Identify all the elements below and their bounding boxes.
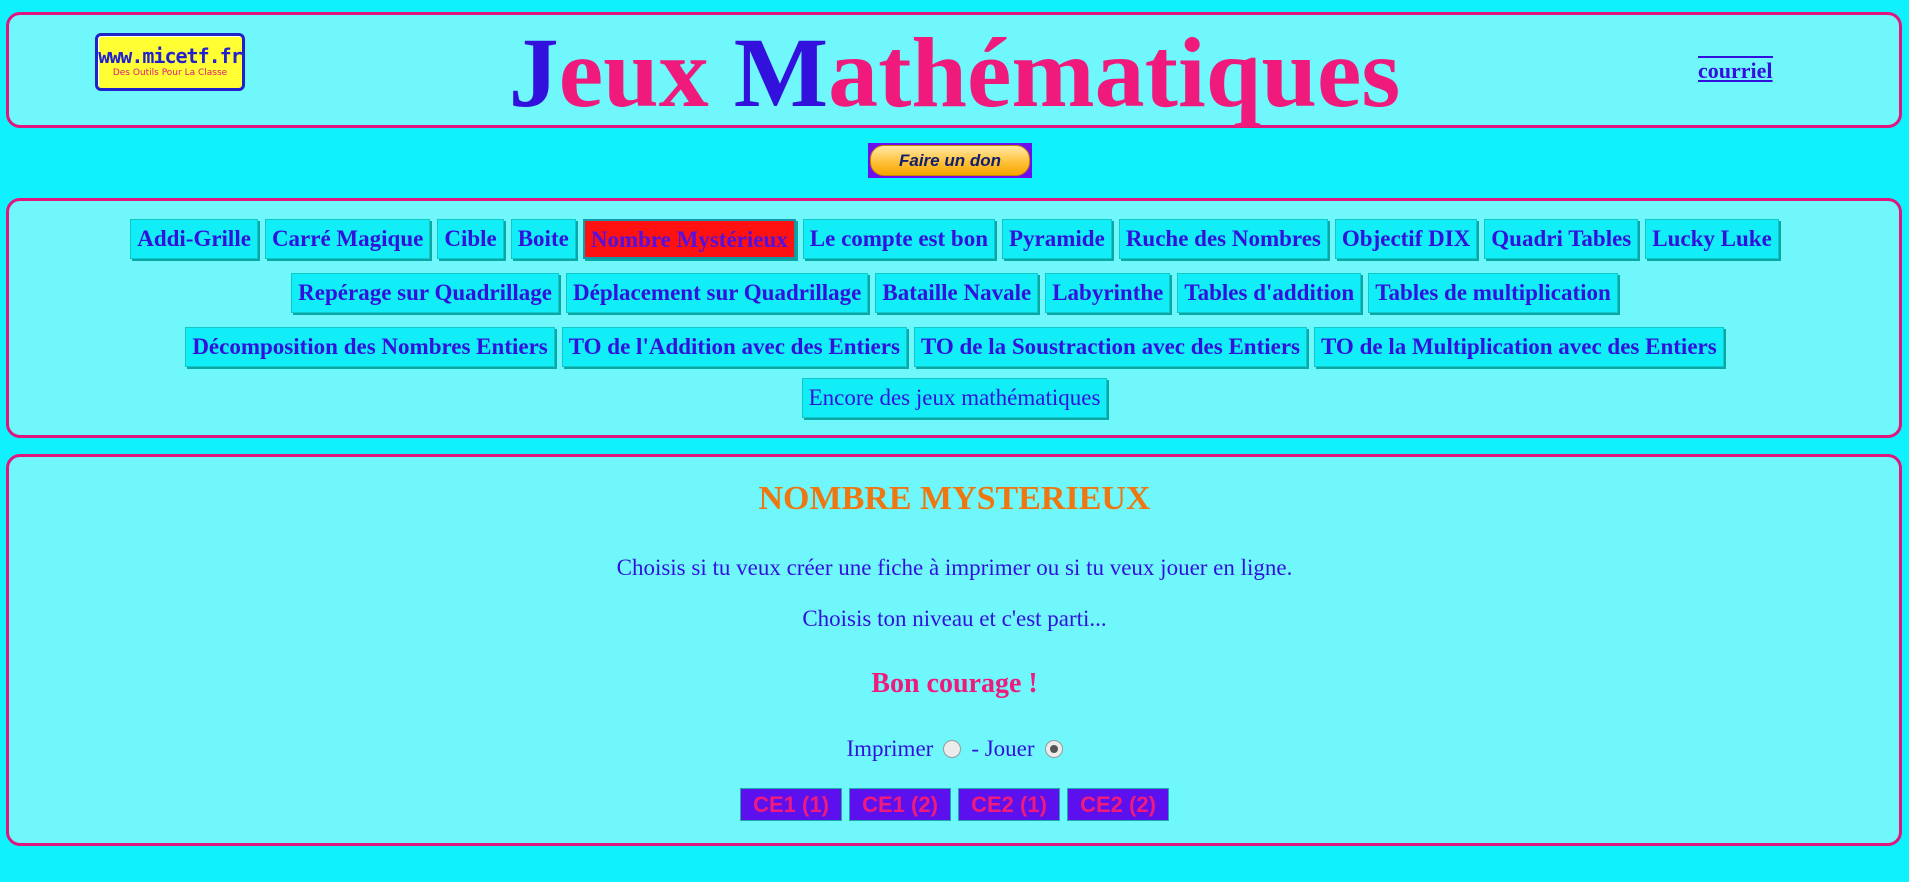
nav-item-encore-des-jeux-mathematiques[interactable]: Encore des jeux mathématiques (801, 378, 1108, 418)
nav-item-addi-grille[interactable]: Addi-Grille (130, 219, 258, 259)
nav-item-pyramide[interactable]: Pyramide (1002, 219, 1112, 259)
level-button-ce1-1[interactable]: CE1 (1) (740, 788, 842, 821)
level-buttons: CE1 (1) CE1 (2) CE2 (1) CE2 (2) (0, 788, 1909, 821)
jouer-label: - Jouer (971, 736, 1035, 761)
title-letter-j: J (508, 17, 559, 128)
nav-item-to-de-la-soustraction-avec-des-entiers[interactable]: TO de la Soustraction avec des Entiers (913, 327, 1307, 367)
nav-item-tables-d-addition[interactable]: Tables d'addition (1177, 273, 1362, 313)
nav-item-le-compte-est-bon[interactable]: Le compte est bon (802, 219, 995, 259)
nav-item-quadri-tables[interactable]: Quadri Tables (1484, 219, 1639, 259)
title-word-rest-1: eux (558, 17, 734, 128)
jouer-radio[interactable] (1044, 740, 1063, 758)
nav-item-reperage-sur-quadrillage[interactable]: Repérage sur Quadrillage (291, 273, 560, 313)
nav-item-bataille-navale[interactable]: Bataille Navale (875, 273, 1039, 313)
donate-label: Faire un don (870, 145, 1030, 176)
imprimer-radio[interactable] (943, 740, 962, 758)
nav-item-labyrinthe[interactable]: Labyrinthe (1045, 273, 1171, 313)
nav-row-2: Repérage sur Quadrillage Déplacement sur … (0, 273, 1909, 313)
nav-item-nombre-mysterieux[interactable]: Nombre Mystérieux (582, 219, 796, 259)
nav-item-lucky-luke[interactable]: Lucky Luke (1645, 219, 1779, 259)
nav-item-ruche-des-nombres[interactable]: Ruche des Nombres (1118, 219, 1328, 259)
title-letter-m: M (733, 17, 829, 128)
game-title: NOMBRE MYSTERIEUX (758, 480, 1151, 517)
nav-row-3: Décomposition des Nombres Entiers TO de l… (0, 327, 1909, 367)
level-button-ce2-1[interactable]: CE2 (1) (958, 788, 1060, 821)
imprimer-label: Imprimer (846, 736, 934, 761)
nav-item-cible[interactable]: Cible (437, 219, 504, 259)
nav-item-to-de-l-addition-avec-des-entiers[interactable]: TO de l'Addition avec des Entiers (561, 327, 907, 367)
level-button-ce2-2[interactable]: CE2 (2) (1067, 788, 1169, 821)
nav-item-carre-magique[interactable]: Carré Magique (264, 219, 431, 259)
nav-item-deplacement-sur-quadrillage[interactable]: Déplacement sur Quadrillage (566, 273, 869, 313)
level-button-ce1-2[interactable]: CE1 (2) (849, 788, 951, 821)
nav-item-to-de-la-multiplication-avec-des-entiers[interactable]: TO de la Multiplication avec des Entiers (1314, 327, 1724, 367)
nav-row-1: Addi-Grille Carré Magique Cible Boite Nombre… (0, 219, 1909, 259)
mode-selector: Imprimer - Jouer (0, 736, 1909, 762)
encouragement-text: Bon courage ! (871, 668, 1038, 699)
instruction-mode: Choisis si tu veux créer une fiche à imp… (616, 555, 1293, 580)
donate-button[interactable]: Faire un don (868, 143, 1032, 178)
nav-item-tables-de-multiplication[interactable]: Tables de multiplication (1368, 273, 1618, 313)
page-title: Jeux Mathématiques (0, 18, 1909, 128)
instruction-level: Choisis ton niveau et c'est parti... (802, 606, 1107, 631)
nav-row-4: Encore des jeux mathématiques (0, 378, 1909, 418)
nav-item-boite[interactable]: Boite (510, 219, 576, 259)
title-word-rest-2: athématiques (828, 17, 1401, 128)
nav-item-objectif-dix[interactable]: Objectif DIX (1334, 219, 1478, 259)
nav-item-decomposition-des-nombres-entiers[interactable]: Décomposition des Nombres Entiers (185, 327, 555, 367)
courriel-link[interactable]: courriel (1698, 56, 1773, 84)
